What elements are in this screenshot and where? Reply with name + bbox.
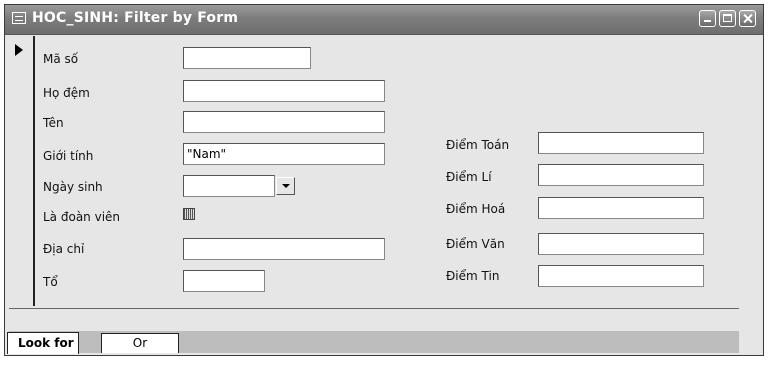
label-ngay-sinh: Ngày sinh xyxy=(43,180,103,194)
label-ma-so: Mã số xyxy=(43,52,79,66)
label-diem-hoa: Điểm Hoá xyxy=(446,202,506,216)
label-ten: Tên xyxy=(43,116,64,130)
form-icon xyxy=(12,12,26,24)
diem-van-field[interactable] xyxy=(538,233,704,255)
label-gioi-tinh: Giới tính xyxy=(43,149,94,163)
close-button[interactable] xyxy=(739,10,756,27)
label-diem-toan: Điểm Toán xyxy=(446,138,510,152)
current-record-arrow-icon xyxy=(15,44,23,56)
gioi-tinh-field[interactable]: "Nam" xyxy=(183,143,385,165)
diem-tin-field[interactable] xyxy=(538,265,704,287)
label-ho-dem: Họ đệm xyxy=(43,86,90,100)
label-to: Tổ xyxy=(43,275,58,289)
tab-look-for[interactable]: Look for xyxy=(7,332,79,354)
label-dia-chi: Địa chỉ xyxy=(43,242,85,256)
la-doan-vien-checkbox[interactable] xyxy=(183,208,195,220)
minimize-button[interactable] xyxy=(699,10,716,27)
ngay-sinh-dropdown-button[interactable] xyxy=(276,177,295,195)
title-bar[interactable]: HOC_SINH: Filter by Form xyxy=(5,5,763,35)
label-diem-van: Điểm Văn xyxy=(446,237,505,251)
tab-or[interactable]: Or xyxy=(101,333,179,353)
ma-so-field[interactable] xyxy=(183,47,311,69)
record-selector[interactable] xyxy=(7,36,35,306)
maximize-button[interactable] xyxy=(719,10,736,27)
diem-hoa-field[interactable] xyxy=(538,197,704,219)
ten-field[interactable] xyxy=(183,111,385,133)
label-diem-tin: Điểm Tin xyxy=(446,269,500,283)
diem-li-field[interactable] xyxy=(538,164,704,186)
diem-toan-field[interactable] xyxy=(538,132,704,154)
filter-by-form-window: HOC_SINH: Filter by Form Mã số Họ đệm Tê… xyxy=(4,4,764,356)
label-la-doan-vien: Là đoàn viên xyxy=(43,210,121,224)
dia-chi-field[interactable] xyxy=(183,238,385,260)
ho-dem-field[interactable] xyxy=(183,80,385,102)
window-title: HOC_SINH: Filter by Form xyxy=(32,10,239,26)
section-divider xyxy=(9,308,739,309)
to-field[interactable] xyxy=(183,270,265,292)
label-diem-li: Điểm Lí xyxy=(446,170,492,184)
ngay-sinh-field[interactable] xyxy=(183,175,275,197)
